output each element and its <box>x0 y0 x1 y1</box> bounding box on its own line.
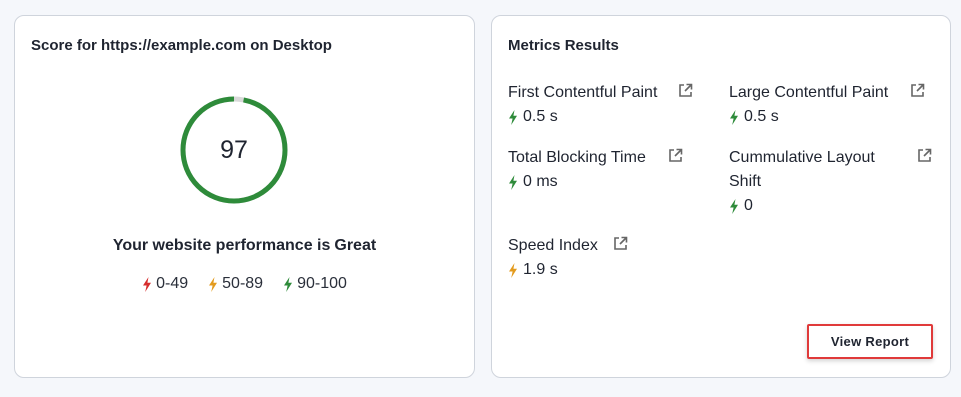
metric-cumulative-layout-shift: Cummulative Layout Shift 0 <box>729 146 875 218</box>
metric-value: 0.5 s <box>523 108 558 125</box>
metric-name: First Contentful Paint <box>508 84 658 101</box>
metric-first-contentful-paint: First Contentful Paint 0.5 s <box>508 81 657 129</box>
metric-value-row: 0.5 s <box>729 105 888 129</box>
metric-value-row: 0 <box>729 194 875 218</box>
metric-value-row: 1.9 s <box>508 258 598 282</box>
legend-item-poor: 0-49 <box>142 275 188 293</box>
metric-name: Speed Index <box>508 237 598 254</box>
view-report-button[interactable]: View Report <box>807 324 933 359</box>
metrics-card-title: Metrics Results <box>508 37 619 54</box>
metric-value: 0 <box>744 197 753 214</box>
page: Score for https://example.com on Desktop… <box>0 0 961 397</box>
legend-item-average: 50-89 <box>208 275 263 293</box>
performance-rating: Great <box>334 237 377 254</box>
metric-value: 0.5 s <box>744 108 779 125</box>
bolt-icon <box>283 276 293 292</box>
metric-name: Large Contentful Paint <box>729 84 889 101</box>
bolt-icon <box>508 174 518 190</box>
legend-range: 50-89 <box>222 275 264 292</box>
external-link-icon[interactable] <box>613 236 628 251</box>
metrics-card: Metrics Results First Contentful Paint 0… <box>491 15 951 378</box>
score-legend: 0-49 50-89 90-100 <box>15 275 474 293</box>
external-link-icon[interactable] <box>668 148 683 163</box>
external-link-icon[interactable] <box>910 83 925 98</box>
metric-total-blocking-time: Total Blocking Time 0 ms <box>508 146 646 194</box>
legend-item-good: 90-100 <box>283 275 347 293</box>
external-link-icon[interactable] <box>678 83 693 98</box>
bolt-icon <box>508 109 518 125</box>
metric-value: 1.9 s <box>523 261 558 278</box>
bolt-icon <box>508 262 518 278</box>
score-gauge: 97 <box>178 94 290 206</box>
metric-value-row: 0 ms <box>508 170 646 194</box>
external-link-icon[interactable] <box>917 148 932 163</box>
metric-name: Total Blocking Time <box>508 149 646 166</box>
bolt-icon <box>142 276 152 292</box>
performance-summary: Your website performance is Great <box>15 237 474 255</box>
score-card: Score for https://example.com on Desktop… <box>14 15 475 378</box>
metric-name-line-1: Cummulative Layout <box>729 149 875 166</box>
score-card-title: Score for https://example.com on Desktop <box>31 37 332 54</box>
metric-name-line-2: Shift <box>729 173 762 190</box>
legend-range: 90-100 <box>297 275 347 292</box>
performance-prefix: Your website performance is <box>112 237 331 254</box>
metric-large-contentful-paint: Large Contentful Paint 0.5 s <box>729 81 888 129</box>
metric-speed-index: Speed Index 1.9 s <box>508 234 598 282</box>
legend-range: 0-49 <box>156 275 189 292</box>
metric-value: 0 ms <box>523 173 558 190</box>
bolt-icon <box>208 276 218 292</box>
score-value: 97 <box>220 136 248 164</box>
metric-value-row: 0.5 s <box>508 105 657 129</box>
bolt-icon <box>729 198 739 214</box>
bolt-icon <box>729 109 739 125</box>
